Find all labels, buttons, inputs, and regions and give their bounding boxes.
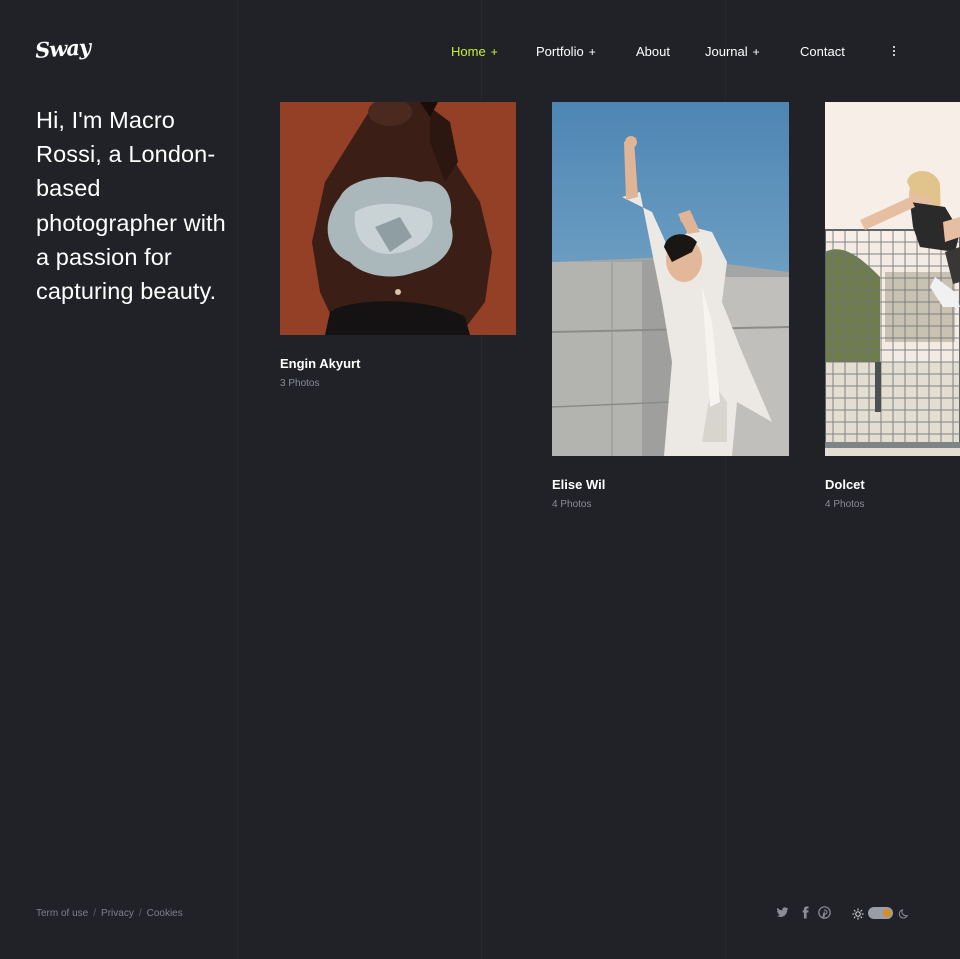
nav-item-journal[interactable]: Journal + (705, 44, 760, 59)
toggle-switch[interactable] (868, 907, 893, 919)
column-divider (237, 0, 238, 959)
nav-item-label: Home (451, 44, 486, 59)
nav-plus-icon: + (490, 45, 498, 59)
gallery-title[interactable]: Engin Akyurt (280, 356, 360, 371)
nav-item-label: Portfolio (536, 44, 584, 59)
theme-toggle[interactable] (852, 906, 912, 920)
pinterest-icon[interactable] (818, 906, 832, 920)
gallery-photo-count: 4 Photos (825, 499, 865, 510)
nav-plus-icon: + (752, 45, 760, 59)
footer-separator: / (93, 908, 97, 919)
site-logo[interactable]: Sway (34, 34, 91, 63)
facebook-icon[interactable] (799, 906, 813, 920)
gallery-photo-count: 4 Photos (552, 499, 592, 510)
nav-item-portfolio[interactable]: Portfolio + (536, 44, 596, 59)
footer-link-terms[interactable]: Term of use (36, 908, 88, 919)
gallery-title[interactable]: Dolcet (825, 477, 865, 492)
sun-icon (852, 907, 864, 925)
woman-on-fence-photo[interactable] (825, 102, 960, 456)
twitter-icon[interactable] (776, 906, 790, 920)
vertical-dots-icon[interactable] (890, 46, 898, 60)
nav-item-label: Journal (705, 44, 748, 59)
woman-rust-background-photo[interactable] (280, 102, 516, 335)
footer-link-cookies[interactable]: Cookies (147, 908, 183, 919)
nav-item-contact[interactable]: Contact (800, 44, 845, 59)
social-links (776, 906, 836, 920)
gallery-title[interactable]: Elise Wil (552, 477, 605, 492)
gallery-card[interactable]: Dolcet 4 Photos (825, 102, 960, 514)
toggle-knob (883, 909, 891, 917)
moon-icon (898, 907, 909, 925)
nav-item-label: Contact (800, 44, 845, 59)
footer-links: Term of use / Privacy / Cookies (36, 908, 183, 919)
footer-separator: / (138, 908, 142, 919)
page: Sway Home + Portfolio + About Journal + Con… (0, 0, 960, 959)
nav-plus-icon: + (588, 45, 596, 59)
nav-item-about[interactable]: About (636, 44, 670, 59)
nav-item-home[interactable]: Home + (451, 44, 498, 59)
woman-white-outfit-sky-photo[interactable] (552, 102, 789, 456)
nav-item-label: About (636, 44, 670, 59)
intro-text: Hi, I'm Macro Rossi, a London-based phot… (36, 107, 226, 305)
gallery-card[interactable]: Engin Akyurt 3 Photos (280, 102, 516, 392)
gallery-card[interactable]: Elise Wil 4 Photos (552, 102, 789, 514)
footer-link-privacy[interactable]: Privacy (101, 908, 134, 919)
gallery-photo-count: 3 Photos (280, 378, 320, 389)
